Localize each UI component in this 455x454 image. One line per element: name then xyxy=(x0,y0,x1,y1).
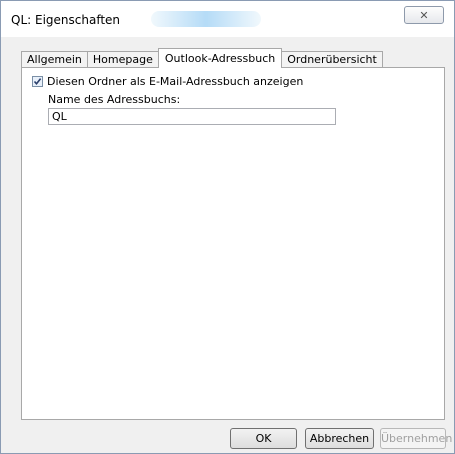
title-blur-decoration xyxy=(151,11,261,27)
tab-strip: Allgemein Homepage Outlook-Adressbuch Or… xyxy=(21,48,383,68)
tab-panel: Diesen Ordner als E-Mail-Adressbuch anze… xyxy=(21,67,445,420)
checkbox-label: Diesen Ordner als E-Mail-Adressbuch anze… xyxy=(47,75,304,88)
addressbook-checkbox-row[interactable]: Diesen Ordner als E-Mail-Adressbuch anze… xyxy=(32,75,303,88)
dialog-title: QL: Eigenschaften xyxy=(11,13,121,27)
properties-dialog: QL: Eigenschaften ✕ Allgemein Homepage O… xyxy=(0,0,455,454)
close-icon: ✕ xyxy=(419,8,429,22)
addressbook-name-input[interactable]: QL xyxy=(48,108,336,125)
close-button[interactable]: ✕ xyxy=(404,6,444,24)
tab-ordneruebersicht[interactable]: Ordnerübersicht xyxy=(281,51,383,68)
tab-allgemein[interactable]: Allgemein xyxy=(21,51,88,68)
ok-button[interactable]: OK xyxy=(230,428,297,449)
show-as-addressbook-checkbox[interactable] xyxy=(32,76,43,87)
checkmark-icon xyxy=(33,78,42,86)
addressbook-name-label: Name des Adressbuchs: xyxy=(48,93,181,106)
title-bar: QL: Eigenschaften ✕ xyxy=(1,1,454,37)
apply-button[interactable]: Übernehmen xyxy=(380,428,452,449)
cancel-button[interactable]: Abbrechen xyxy=(305,428,374,449)
tab-homepage[interactable]: Homepage xyxy=(86,51,159,68)
tab-outlook-adressbuch[interactable]: Outlook-Adressbuch xyxy=(157,48,283,68)
